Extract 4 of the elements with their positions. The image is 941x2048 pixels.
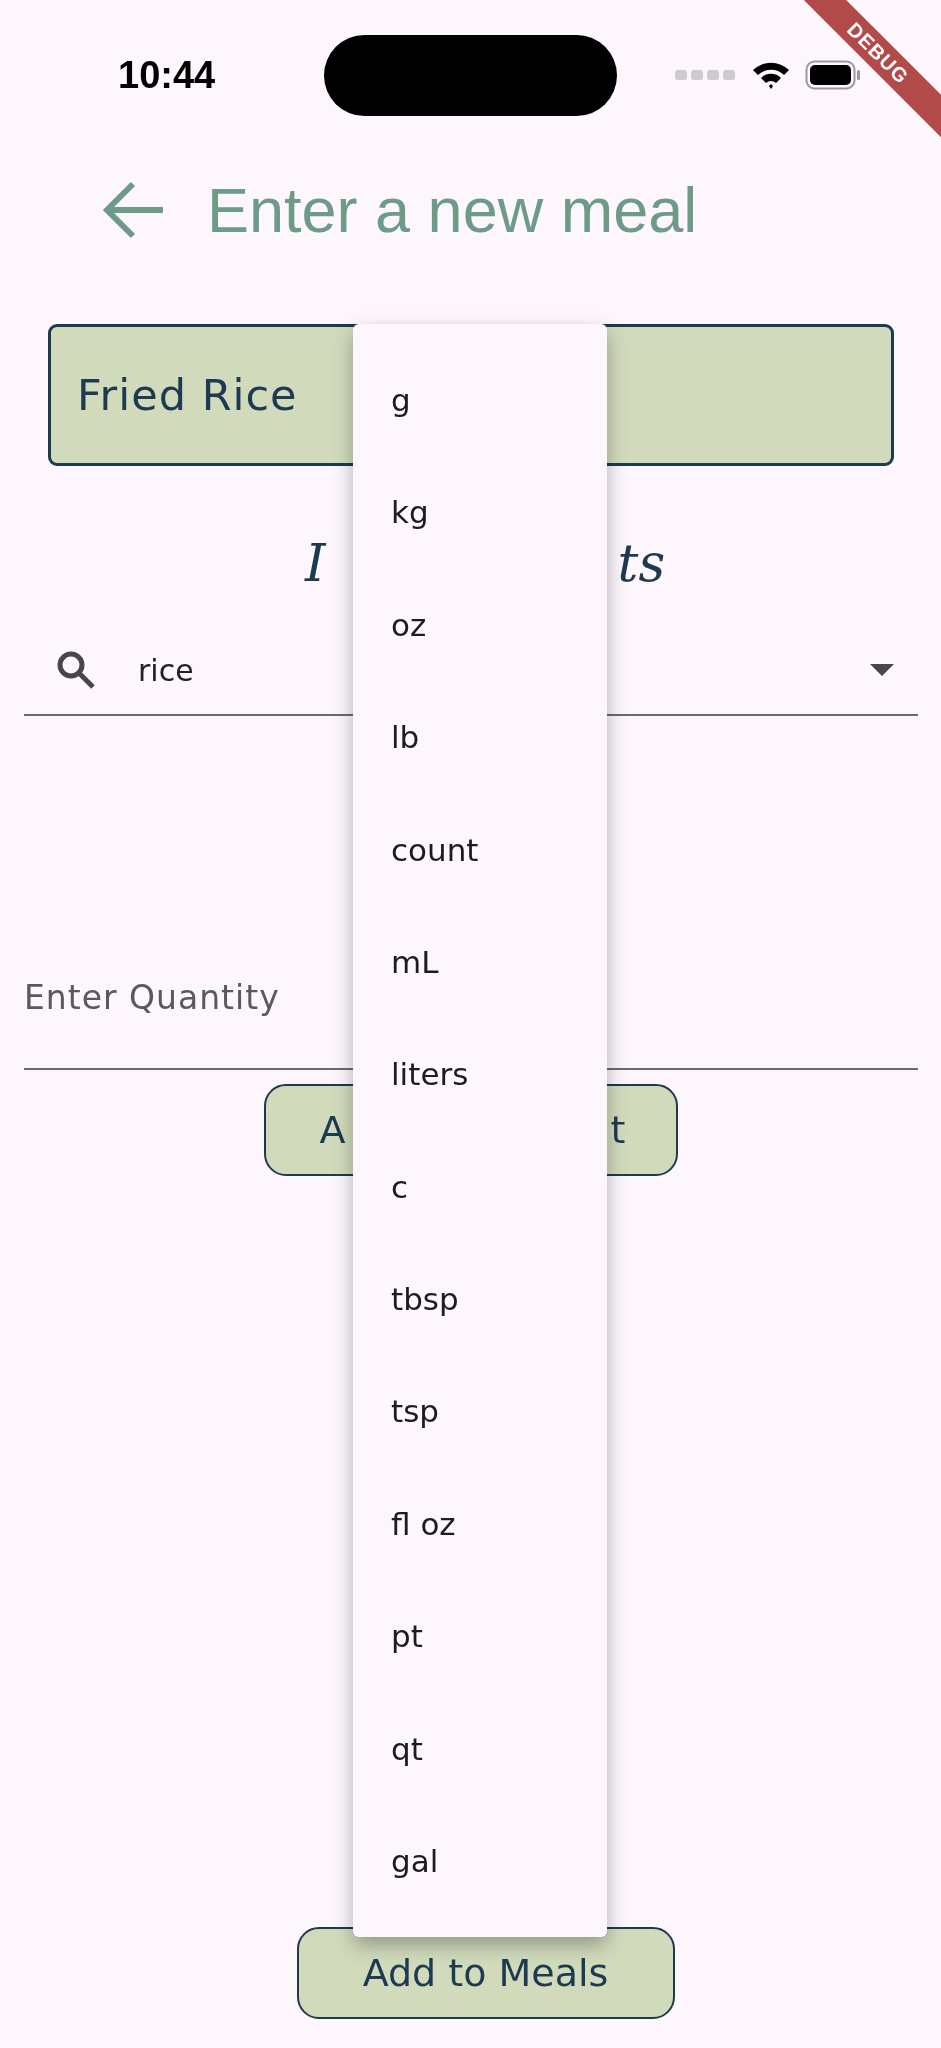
section-title-fragment: ts <box>617 532 666 594</box>
page-title: Enter a new meal <box>207 173 698 247</box>
section-title-fragment: I <box>305 532 326 594</box>
status-time: 10:44 <box>118 52 217 98</box>
